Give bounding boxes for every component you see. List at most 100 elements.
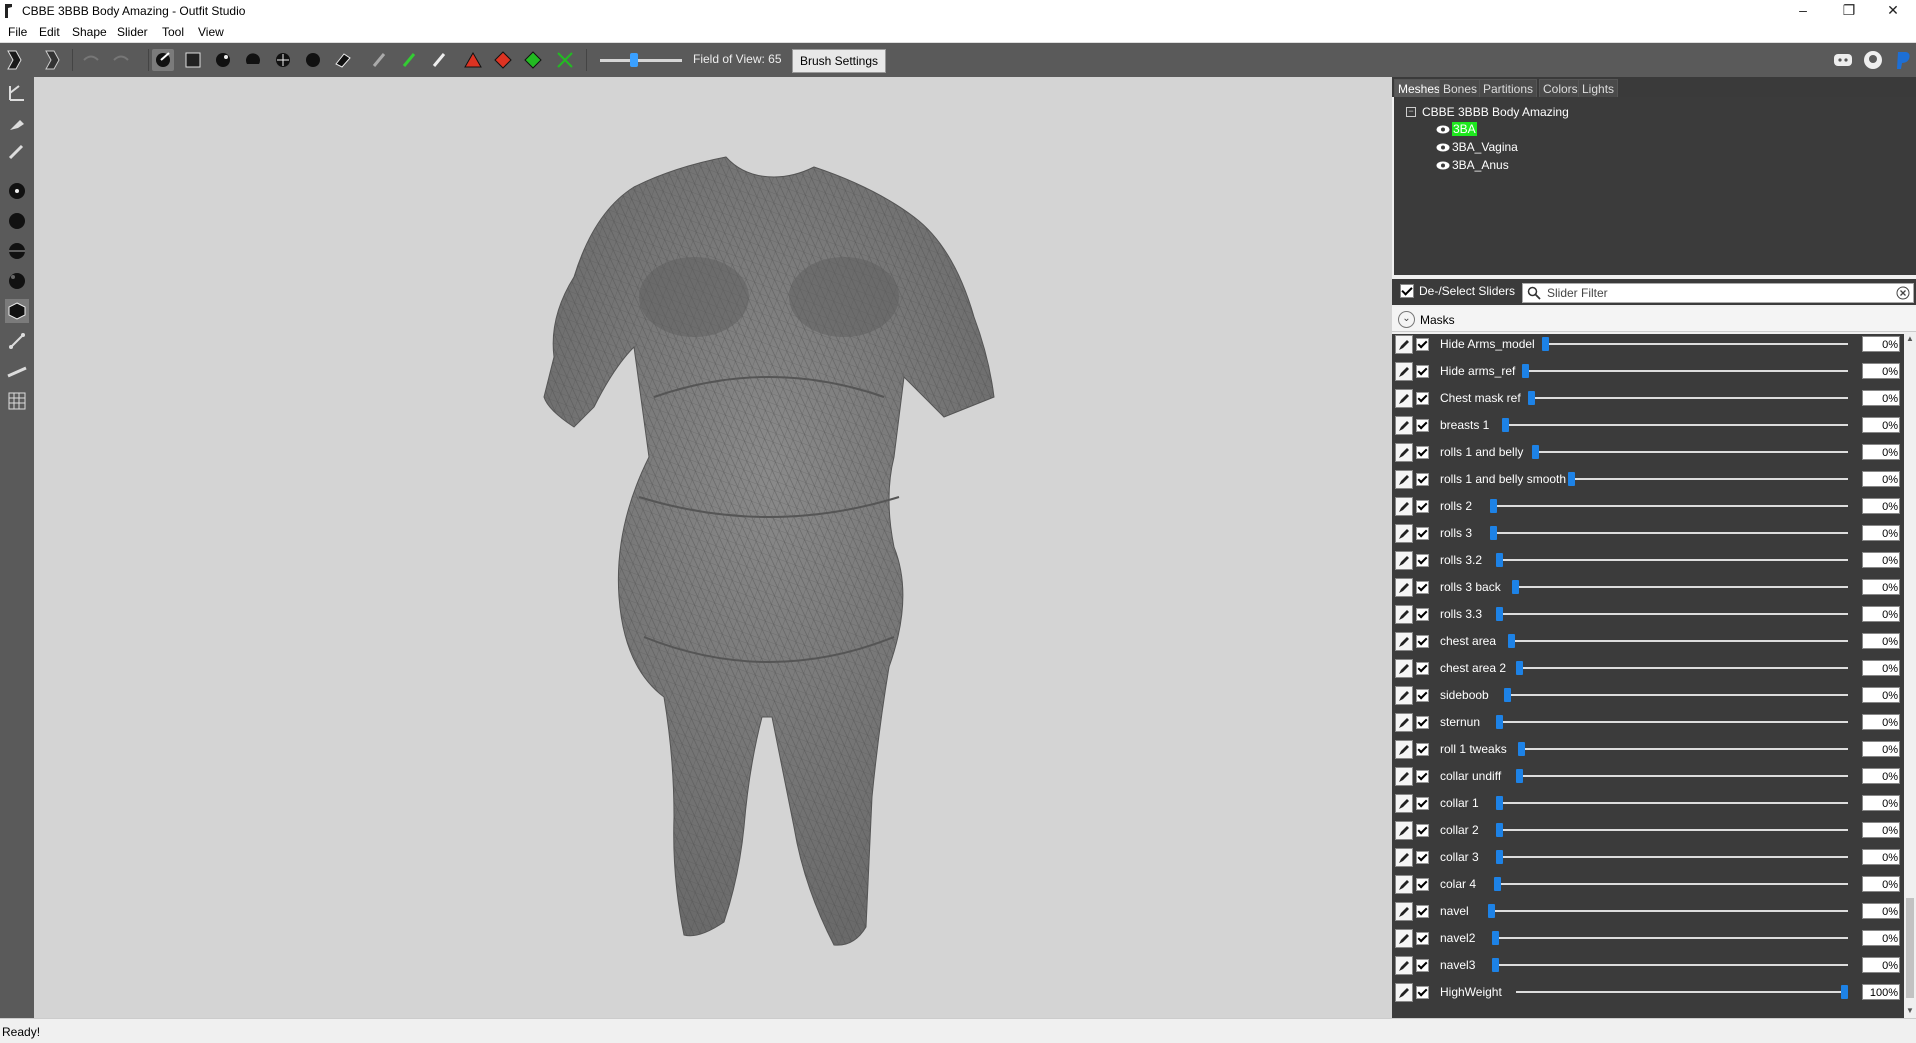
slider-value-field[interactable]: 0% (1862, 498, 1900, 514)
menu-edit[interactable]: Edit (39, 25, 60, 39)
redo-icon[interactable] (110, 49, 132, 71)
slider-checkbox[interactable] (1416, 608, 1429, 621)
slider-knob[interactable] (1496, 553, 1503, 567)
slider-row[interactable]: collar 1 0% (1392, 792, 1904, 814)
slider-value-field[interactable]: 100% (1862, 984, 1900, 1000)
discord-icon[interactable] (1832, 49, 1854, 71)
slider-value-field[interactable]: 0% (1862, 525, 1900, 541)
slider-row[interactable]: Chest mask ref 0% (1392, 387, 1904, 409)
slider-row[interactable]: rolls 1 and belly 0% (1392, 441, 1904, 463)
slider-checkbox[interactable] (1416, 662, 1429, 675)
segment-tool-icon[interactable] (5, 359, 29, 383)
slider-track[interactable] (1504, 694, 1848, 696)
slider-track[interactable] (1496, 721, 1848, 723)
slider-row[interactable]: navel 0% (1392, 900, 1904, 922)
deselect-sliders-toggle[interactable]: De-/Select Sliders (1400, 284, 1515, 298)
edit-slider-icon[interactable] (1395, 632, 1413, 651)
slider-row[interactable]: rolls 3.3 0% (1392, 603, 1904, 625)
eye-icon[interactable] (1436, 143, 1450, 152)
minimize-button[interactable]: – (1780, 0, 1826, 22)
fov-slider-track[interactable] (600, 59, 682, 62)
half-sphere-tool-icon[interactable] (5, 239, 29, 263)
slider-checkbox[interactable] (1416, 500, 1429, 513)
menu-file[interactable]: File (8, 25, 27, 39)
edit-slider-icon[interactable] (1395, 524, 1413, 543)
slider-knob[interactable] (1522, 364, 1529, 378)
pen-tool-icon[interactable] (5, 139, 29, 163)
move-vertex-icon[interactable] (554, 49, 576, 71)
slider-checkbox[interactable] (1416, 743, 1429, 756)
slider-checkbox[interactable] (1416, 473, 1429, 486)
edit-slider-icon[interactable] (1395, 983, 1413, 1002)
slider-value-field[interactable]: 0% (1862, 795, 1900, 811)
slider-row[interactable]: collar 2 0% (1392, 819, 1904, 841)
slider-knob[interactable] (1494, 877, 1501, 891)
slider-knob[interactable] (1492, 931, 1499, 945)
slider-knob[interactable] (1542, 337, 1549, 351)
edit-slider-icon[interactable] (1395, 416, 1413, 435)
slider-knob[interactable] (1528, 391, 1535, 405)
vertex-tool-icon[interactable] (5, 179, 29, 203)
slider-row[interactable]: navel2 0% (1392, 927, 1904, 949)
slider-checkbox[interactable] (1416, 905, 1429, 918)
slider-knob[interactable] (1508, 634, 1515, 648)
edit-slider-icon[interactable] (1395, 794, 1413, 813)
slider-value-field[interactable]: 0% (1862, 660, 1900, 676)
chevron-down-icon[interactable]: ⌄ (1398, 311, 1415, 328)
slider-track[interactable] (1490, 505, 1848, 507)
slider-checkbox[interactable] (1416, 959, 1429, 972)
scroll-up-icon[interactable]: ▲ (1905, 334, 1915, 344)
slider-track[interactable] (1488, 910, 1848, 912)
slider-value-field[interactable]: 0% (1862, 444, 1900, 460)
paypal-icon[interactable] (1892, 49, 1914, 71)
slider-row[interactable]: navel3 0% (1392, 954, 1904, 976)
mask-brush-icon[interactable] (182, 49, 204, 71)
slider-value-field[interactable]: 0% (1862, 768, 1900, 784)
slider-row[interactable]: breasts 1 0% (1392, 414, 1904, 436)
masks-dropdown[interactable]: ⌄ Masks (1392, 307, 1916, 332)
slider-value-field[interactable]: 0% (1862, 714, 1900, 730)
undo-icon[interactable] (80, 49, 102, 71)
edit-slider-icon[interactable] (1395, 686, 1413, 705)
slider-row[interactable]: Hide Arms_model 0% (1392, 334, 1904, 355)
close-button[interactable]: ✕ (1870, 0, 1916, 22)
slider-value-field[interactable]: 0% (1862, 579, 1900, 595)
mesh-item[interactable]: 3BA (1436, 122, 1477, 136)
slider-track[interactable] (1522, 370, 1848, 372)
menu-shape[interactable]: Shape (72, 25, 107, 39)
slider-checkbox[interactable] (1416, 878, 1429, 891)
slider-track[interactable] (1518, 748, 1848, 750)
3d-viewport[interactable] (34, 77, 1392, 1018)
slider-knob[interactable] (1496, 715, 1503, 729)
menu-tool[interactable]: Tool (162, 25, 184, 39)
slider-value-field[interactable]: 0% (1862, 336, 1900, 352)
eye-icon[interactable] (1436, 125, 1450, 134)
mesh-item[interactable]: 3BA_Vagina (1436, 140, 1518, 154)
slider-row[interactable]: chest area 2 0% (1392, 657, 1904, 679)
slider-value-field[interactable]: 0% (1862, 930, 1900, 946)
slider-track[interactable] (1542, 343, 1848, 345)
slider-checkbox[interactable] (1416, 770, 1429, 783)
slider-knob[interactable] (1496, 607, 1503, 621)
slider-track[interactable] (1492, 937, 1848, 939)
edit-slider-icon[interactable] (1395, 767, 1413, 786)
slider-value-field[interactable]: 0% (1862, 606, 1900, 622)
slider-checkbox[interactable] (1416, 716, 1429, 729)
slider-row[interactable]: sideboob 0% (1392, 684, 1904, 706)
slider-knob[interactable] (1496, 796, 1503, 810)
slider-checkbox[interactable] (1416, 932, 1429, 945)
flip-edge-icon[interactable] (492, 49, 514, 71)
mesh-name[interactable]: 3BA_Vagina (1452, 140, 1518, 154)
menu-view[interactable]: View (198, 25, 224, 39)
slider-row[interactable]: roll 1 tweaks 0% (1392, 738, 1904, 760)
alpha-brush-icon[interactable] (428, 49, 450, 71)
edit-slider-icon[interactable] (1395, 821, 1413, 840)
slider-knob[interactable] (1490, 499, 1497, 513)
clear-filter-icon[interactable] (1896, 286, 1910, 300)
slider-value-field[interactable]: 0% (1862, 903, 1900, 919)
edit-slider-icon[interactable] (1395, 362, 1413, 381)
fov-slider-knob[interactable] (630, 53, 638, 67)
slider-checkbox[interactable] (1416, 338, 1429, 351)
slider-checkbox[interactable] (1416, 419, 1429, 432)
slider-checkbox[interactable] (1416, 635, 1429, 648)
